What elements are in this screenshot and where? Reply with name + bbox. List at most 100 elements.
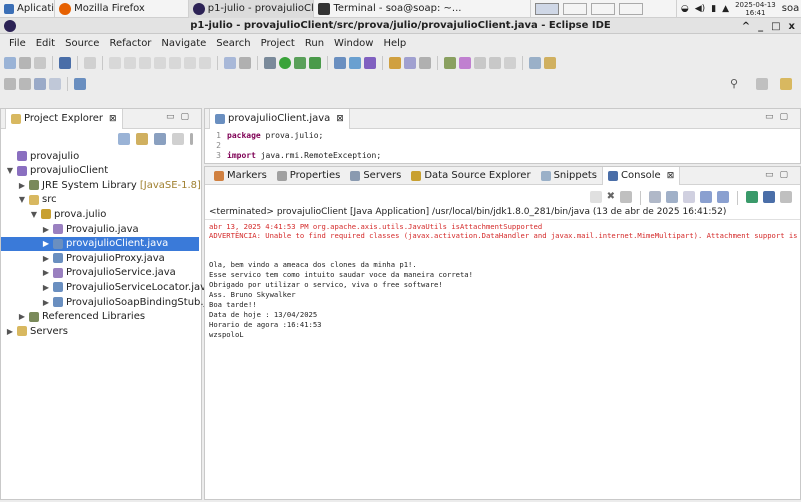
task-terminal[interactable]: Terminal - soa@soap: ~... [313,0,529,18]
workspace-switcher[interactable] [529,0,677,18]
show-whitespace-icon[interactable] [474,57,486,69]
pin-editor-icon[interactable] [74,78,86,90]
tree-item[interactable]: ▶ Referenced Libraries [1,310,145,324]
tree-item[interactable]: ▶ JRE System Library [JavaSE-1.8] [1,178,201,192]
search-icon[interactable]: ⚲ [730,77,738,90]
tree-item[interactable]: ▶ provajulioClient.java [1,236,199,251]
view-menu-icon[interactable] [190,133,193,145]
back-icon[interactable] [34,78,46,90]
pilcrow-icon[interactable] [504,57,516,69]
debug-icon[interactable] [264,57,276,69]
expand-arrow-icon[interactable]: ▶ [41,254,51,263]
step-into-icon[interactable] [169,57,181,69]
tree-item[interactable]: ▶ Provajulio.java [1,222,139,236]
workspace-3[interactable] [590,2,615,15]
clock[interactable]: 2025-04-13 16:41 [735,1,776,17]
word-wrap-icon[interactable] [666,191,678,203]
expand-arrow-icon[interactable]: ▶ [41,268,51,277]
tab-data-source-explorer[interactable]: Data Source Explorer [406,167,535,185]
tab-servers[interactable]: Servers [345,167,406,185]
close-button[interactable]: x [789,21,795,32]
java-perspective-icon[interactable] [780,78,792,90]
workspace-2[interactable] [562,2,587,15]
tree-item[interactable]: ▼ provajulioClient [1,164,108,178]
close-tab-icon[interactable]: ⊠ [667,171,675,181]
scroll-lock-icon[interactable] [649,191,661,203]
expand-arrow-icon[interactable]: ▶ [41,239,51,248]
toggle-whitespace-icon[interactable] [239,57,251,69]
new-server-icon[interactable] [334,57,346,69]
pin-console-icon[interactable] [700,191,712,203]
external-tools-icon[interactable] [309,57,321,69]
tree-item[interactable]: ▶ ProvajulioProxy.java [1,251,165,265]
wizard-icon[interactable] [544,57,556,69]
tree-item[interactable]: ▼ src [1,193,57,207]
step-return-icon[interactable] [199,57,211,69]
project-explorer-tab[interactable]: Project Explorer ⊠ [5,108,123,129]
tab-console[interactable]: Console ⊠ [602,166,681,185]
collapse-arrow-icon[interactable]: ▼ [17,195,27,204]
task-firefox[interactable]: Mozilla Firefox [54,0,188,18]
expand-arrow-icon[interactable]: ▶ [17,312,27,321]
applications-menu[interactable]: Aplicativos [0,0,54,18]
expand-arrow-icon[interactable]: ▶ [41,298,51,307]
pane-controls[interactable]: ▭▢ [166,112,195,122]
workspace-4[interactable] [618,2,643,15]
shade-button[interactable]: ^ [742,21,750,32]
filter-icon[interactable] [154,133,166,145]
focus-icon[interactable] [172,133,184,145]
tree-item[interactable]: ▶ Servers [1,324,68,338]
menu-refactor[interactable]: Refactor [104,38,156,49]
collapse-arrow-icon[interactable]: ▼ [5,166,15,175]
network-icon[interactable]: ◒ [681,4,689,14]
maximize-button[interactable]: □ [771,21,780,32]
close-tab-icon[interactable]: ⊠ [109,114,117,124]
remove-launch-icon[interactable]: ✖ [607,191,615,205]
tree-item[interactable]: ▶ ProvajulioServiceLocator.java [1,280,212,294]
window-titlebar[interactable]: p1-julio - provajulioClient/src/prova/ju… [0,18,801,34]
menu-file[interactable]: File [4,38,31,49]
toggle-block-icon[interactable] [224,57,236,69]
tree-item[interactable]: ▼ prova.julio [1,207,106,221]
menu-search[interactable]: Search [211,38,255,49]
toggle-mark-icon[interactable] [444,57,456,69]
tree-item[interactable]: provajulio [1,149,79,163]
new-icon[interactable] [4,57,16,69]
notification-icon[interactable]: ▲ [722,4,729,14]
open-console-icon[interactable] [746,191,758,203]
new-package-icon[interactable] [364,57,376,69]
menu-help[interactable]: Help [378,38,411,49]
next-annotation-icon[interactable] [4,78,16,90]
coverage-icon[interactable] [294,57,306,69]
workspace-1[interactable] [534,2,559,15]
code-area[interactable]: 1 package prova.julio; 2 3 import java.rmi… [205,129,800,163]
link-editor-icon[interactable] [136,133,148,145]
tab-properties[interactable]: Properties [272,167,346,185]
new-class-icon[interactable] [349,57,361,69]
menu-window[interactable]: Window [329,38,378,49]
step-over-icon[interactable] [184,57,196,69]
open-perspective-icon[interactable] [756,78,768,90]
tree-item[interactable]: ▶ ProvajulioSoapBindingStub.java [1,295,225,309]
previous-annotation-icon[interactable] [19,78,31,90]
expand-arrow-icon[interactable]: ▶ [17,181,27,190]
expand-arrow-icon[interactable]: ▶ [41,283,51,292]
collapse-arrow-icon[interactable]: ▼ [29,210,39,219]
menu-run[interactable]: Run [300,38,329,49]
menu-project[interactable]: Project [256,38,300,49]
terminal-view-icon[interactable] [59,57,71,69]
expand-arrow-icon[interactable]: ▶ [41,225,51,234]
editor-pane-controls[interactable]: ▭▢ [765,112,794,122]
bookmark-icon[interactable] [489,57,501,69]
menu-source[interactable]: Source [60,38,104,49]
search-tool-icon[interactable] [419,57,431,69]
minimize-button[interactable]: _ [758,21,763,32]
new-console-icon[interactable] [763,191,775,203]
open-task-icon[interactable] [404,57,416,69]
editor-tab[interactable]: provajulioClient.java ⊠ [209,108,350,129]
suspend-icon[interactable] [124,57,136,69]
terminate-icon[interactable] [589,191,602,203]
battery-icon[interactable]: ▮ [711,4,716,14]
collapse-all-icon[interactable] [118,133,130,145]
resume-icon[interactable] [109,57,121,69]
